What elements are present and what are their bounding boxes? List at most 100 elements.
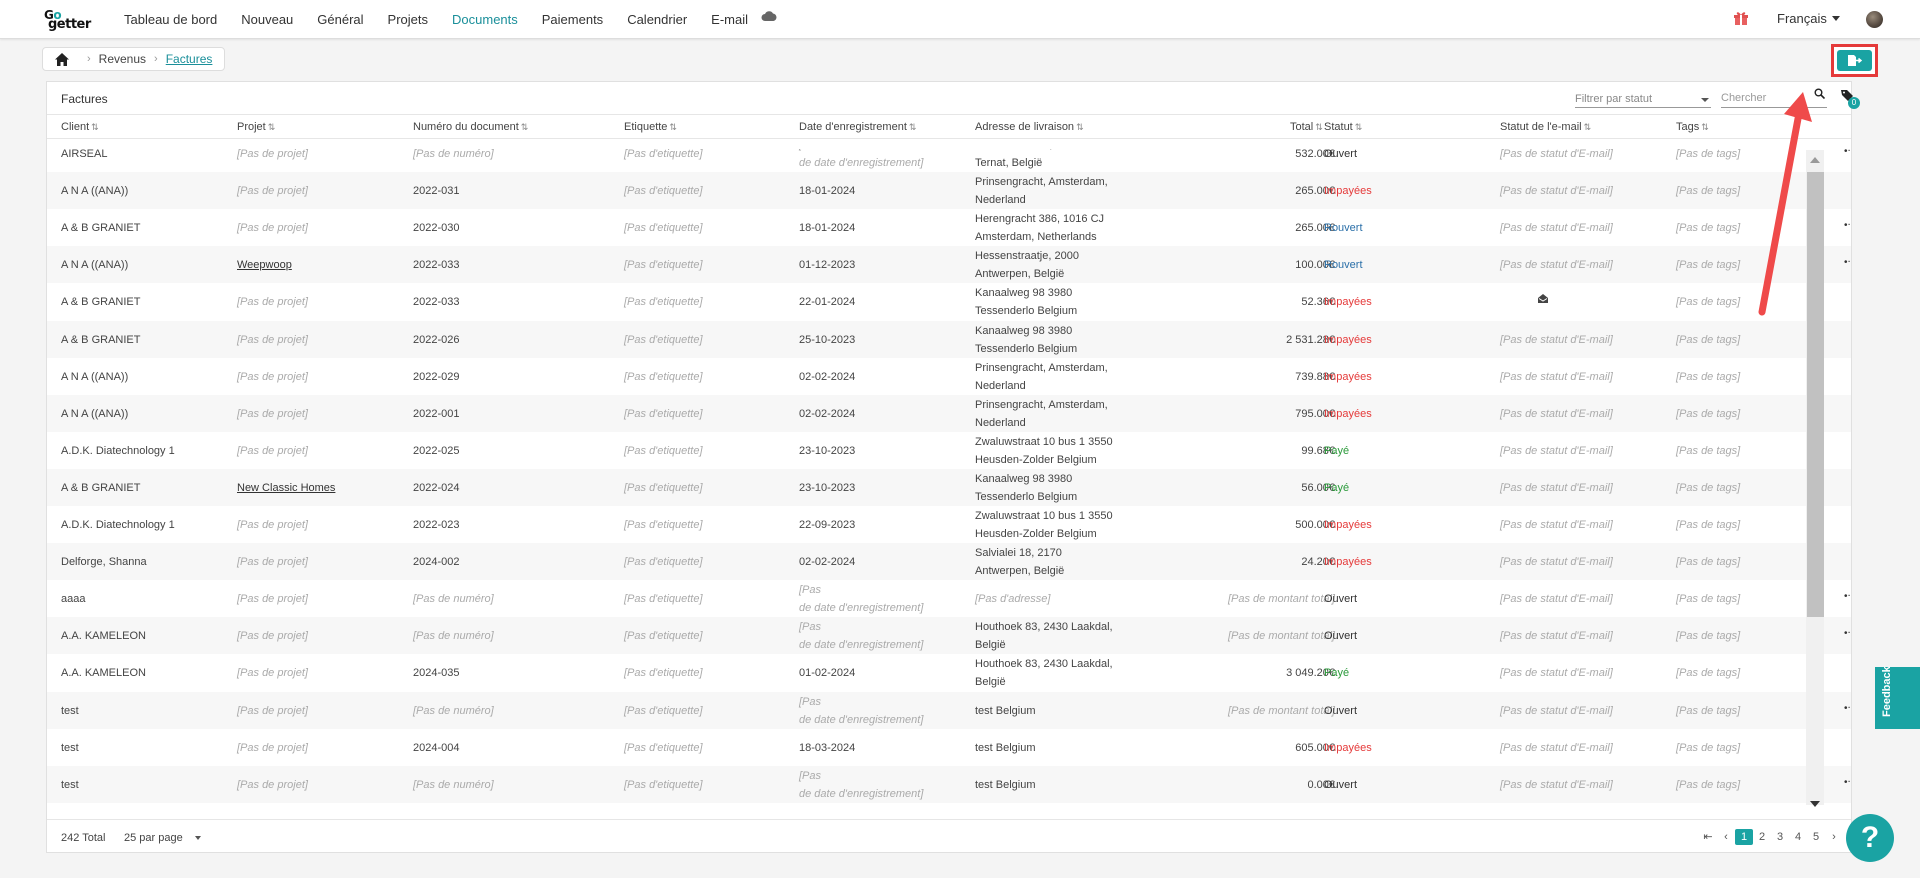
first-page-icon[interactable]: ⇤ (1699, 829, 1717, 845)
row-actions-icon[interactable]: •‧ (1844, 149, 1851, 161)
cell-client: A.D.K. Diatechnology 1 (61, 444, 175, 457)
cell-project: [Pas de projet] (237, 370, 308, 383)
cell-project: [Pas de projet] (237, 630, 308, 643)
scroll-up-arrow-icon[interactable] (1810, 157, 1820, 163)
page-3[interactable]: 3 (1771, 829, 1789, 845)
language-selector[interactable]: Français (1777, 11, 1840, 26)
table-row[interactable]: A & B GRANIET [Pas de projet] 2022-033 [Pas… (47, 283, 1851, 320)
search-input[interactable] (1721, 88, 1827, 108)
table-row[interactable]: test [Pas de projet] [Pas de numéro] [Pas d… (47, 691, 1851, 729)
table-row[interactable]: A N A ((ANA)) [Pas de projet] 2022-031 [Pas… (47, 172, 1851, 210)
table-row[interactable]: A.A. KAMELEON [Pas de projet] [Pas de numé… (47, 617, 1851, 655)
sort-icon[interactable]: ⇅ (268, 122, 276, 132)
user-avatar[interactable] (1866, 11, 1883, 28)
cell-tags: [Pas de tags] (1676, 185, 1741, 198)
column-header-total[interactable]: Total ⇅ (1290, 121, 1323, 133)
cell-label: [Pas d'etiquette] (624, 149, 703, 160)
nav-item-projets[interactable]: Projets (388, 12, 428, 27)
export-button[interactable] (1837, 50, 1872, 71)
row-actions-icon[interactable]: •‧ (1844, 254, 1851, 272)
address-line: Herengracht 386, 1016 CJ (975, 213, 1105, 226)
breadcrumb-revenus[interactable]: Revenus (99, 52, 146, 66)
table-row[interactable]: A & B GRANIET New Classic Homes 2022-024 [P… (47, 468, 1851, 506)
cell-project[interactable]: New Classic Homes (237, 479, 335, 497)
next-page-icon[interactable]: › (1825, 829, 1843, 845)
nav-item-nouveau[interactable]: Nouveau (241, 12, 293, 27)
nav-item-e-mail[interactable]: E-mail (711, 12, 748, 27)
page-4[interactable]: 4 (1789, 829, 1807, 845)
column-header-email[interactable]: Statut de l'e-mail ⇅ (1500, 121, 1591, 133)
status-filter-select[interactable]: Filtrer par statut (1575, 90, 1711, 108)
prev-page-icon[interactable]: ‹ (1717, 829, 1735, 845)
cell-project[interactable]: Weepwoop (237, 256, 292, 274)
row-actions-icon[interactable]: •‧ (1844, 700, 1851, 718)
cell-email: [Pas de statut d'E-mail] (1500, 149, 1613, 160)
page-1[interactable]: 1 (1735, 829, 1753, 845)
page-5[interactable]: 5 (1807, 829, 1825, 845)
scroll-down-arrow-icon[interactable] (1810, 801, 1820, 807)
sort-icon[interactable]: ⇅ (91, 122, 99, 132)
table-row[interactable]: A & B GRANIET [Pas de projet] 2022-026 [Pas… (47, 320, 1851, 358)
cell-date: [Pas de date d'enregistrement] (799, 767, 923, 803)
cell-label: [Pas d'etiquette] (624, 593, 703, 606)
table-row[interactable]: A.D.K. Diatechnology 1 [Pas de projet] 202… (47, 432, 1851, 469)
breadcrumb-current[interactable]: Factures (166, 52, 213, 66)
nav-item-calendrier[interactable]: Calendrier (627, 12, 687, 27)
column-header-status[interactable]: Statut ⇅ (1324, 121, 1362, 133)
table-row[interactable]: test [Pas de projet] [Pas de numéro] [Pas d… (47, 765, 1851, 803)
sort-icon[interactable]: ⇅ (1315, 122, 1323, 132)
column-header-client[interactable]: Client ⇅ (61, 121, 99, 133)
address-line: Ternat, België (975, 157, 1043, 169)
gogetter-logo[interactable]: Go getter (42, 8, 102, 32)
table-row[interactable]: A N A ((ANA)) [Pas de projet] 2022-029 [Pas… (47, 358, 1851, 395)
page-2[interactable]: 2 (1753, 829, 1771, 845)
row-actions-icon[interactable]: •‧ (1844, 774, 1851, 792)
column-header-addr[interactable]: Adresse de livraison ⇅ (975, 121, 1084, 133)
invoices-card: Factures Filtrer par statut 0 Client⇅Pro… (46, 81, 1860, 853)
sort-icon[interactable]: ⇅ (909, 122, 917, 132)
gift-icon[interactable] (1733, 10, 1749, 26)
table-row[interactable]: A.A. KAMELEON [Pas de projet] 2024-035 [Pas… (47, 654, 1851, 691)
table-row[interactable]: test [Pas de projet] 2024-004 [Pas d'etique… (47, 729, 1851, 766)
column-header-date[interactable]: Date d'enregistrement ⇅ (799, 121, 916, 133)
cell-total: 500.00€ (1295, 519, 1335, 531)
row-actions-icon[interactable]: •‧ (1844, 625, 1851, 643)
column-header-doc[interactable]: Numéro du document ⇅ (413, 121, 528, 133)
sort-icon[interactable]: ⇅ (1701, 122, 1709, 132)
column-header-label[interactable]: Etiquette ⇅ (624, 121, 677, 133)
row-actions-icon[interactable]: •‧ (1844, 217, 1851, 235)
nav-item-documents[interactable]: Documents (452, 12, 518, 27)
address-line: test Belgium (975, 704, 1036, 717)
sort-icon[interactable]: ⇅ (521, 122, 529, 132)
table-row[interactable]: A N A ((ANA)) Weepwoop 2022-033 [Pas d'etiq… (47, 246, 1851, 284)
nav-item-tableau-de-bord[interactable]: Tableau de bord (124, 12, 217, 27)
column-header-tags[interactable]: Tags ⇅ (1676, 121, 1709, 133)
sort-icon[interactable]: ⇅ (669, 122, 677, 132)
feedback-tab[interactable]: Feedback (1875, 666, 1920, 729)
search-icon[interactable] (1814, 88, 1825, 99)
row-actions-icon[interactable]: •‧ (1844, 588, 1851, 606)
cloud-icon[interactable] (761, 10, 777, 22)
nav-item-général[interactable]: Général (317, 12, 363, 27)
home-icon[interactable] (55, 52, 69, 66)
sort-icon[interactable]: ⇅ (1076, 122, 1084, 132)
cell-label: [Pas d'etiquette] (624, 704, 703, 717)
cell-tags: [Pas de tags] (1676, 519, 1741, 531)
table-row[interactable]: Delforge, Shanna [Pas de projet] 2024-002 [… (47, 543, 1851, 581)
table-row[interactable]: A N A ((ANA)) [Pas de projet] 2022-001 [Pas… (47, 394, 1851, 432)
help-button[interactable]: ? (1846, 814, 1894, 862)
address-line: Kanaalweg 98 3980 (975, 324, 1073, 337)
per-page-select[interactable]: 25 par page (124, 832, 201, 844)
nav-item-paiements[interactable]: Paiements (542, 12, 603, 27)
cell-email: [Pas de statut d'E-mail] (1500, 778, 1613, 791)
column-header-project[interactable]: Projet ⇅ (237, 121, 275, 133)
table-row[interactable]: aaaa [Pas de projet] [Pas de numéro] [Pas d… (47, 580, 1851, 617)
envelope-open-icon[interactable] (1538, 294, 1548, 304)
table-row[interactable]: AIRSEAL [Pas de projet] [Pas de numéro] [Pa… (47, 149, 1851, 172)
cell-date: 02-02-2024 (799, 370, 856, 383)
table-row[interactable]: A.D.K. Diatechnology 1 [Pas de projet] 202… (47, 506, 1851, 543)
sort-icon[interactable]: ⇅ (1355, 122, 1363, 132)
table-row[interactable]: A & B GRANIET [Pas de projet] 2022-030 [Pas… (47, 209, 1851, 246)
sort-icon[interactable]: ⇅ (1584, 122, 1592, 132)
scrollbar-thumb[interactable] (1807, 172, 1824, 617)
